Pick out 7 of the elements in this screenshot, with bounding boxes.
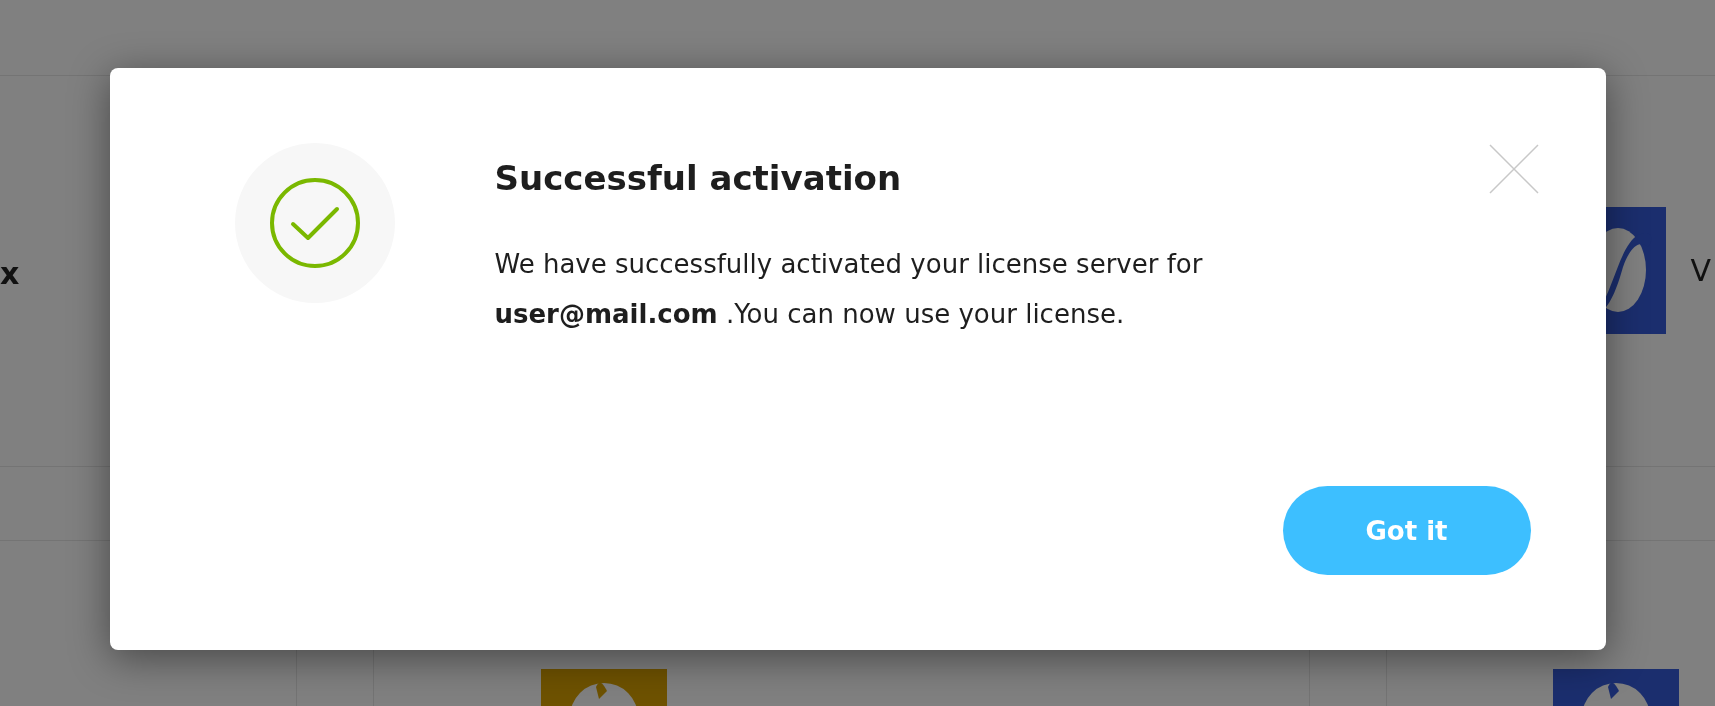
check-circle-icon — [267, 176, 362, 270]
dialog-title: Successful activation — [494, 158, 903, 199]
product-name: V — [1690, 253, 1712, 288]
got-it-button[interactable]: Got it — [1282, 486, 1531, 575]
dialog-message: We have successfully activated your license server for user@mail.com .You can now use your license. — [494, 247, 1204, 331]
product-name: x — [0, 256, 20, 291]
close-button[interactable] — [1487, 143, 1540, 195]
